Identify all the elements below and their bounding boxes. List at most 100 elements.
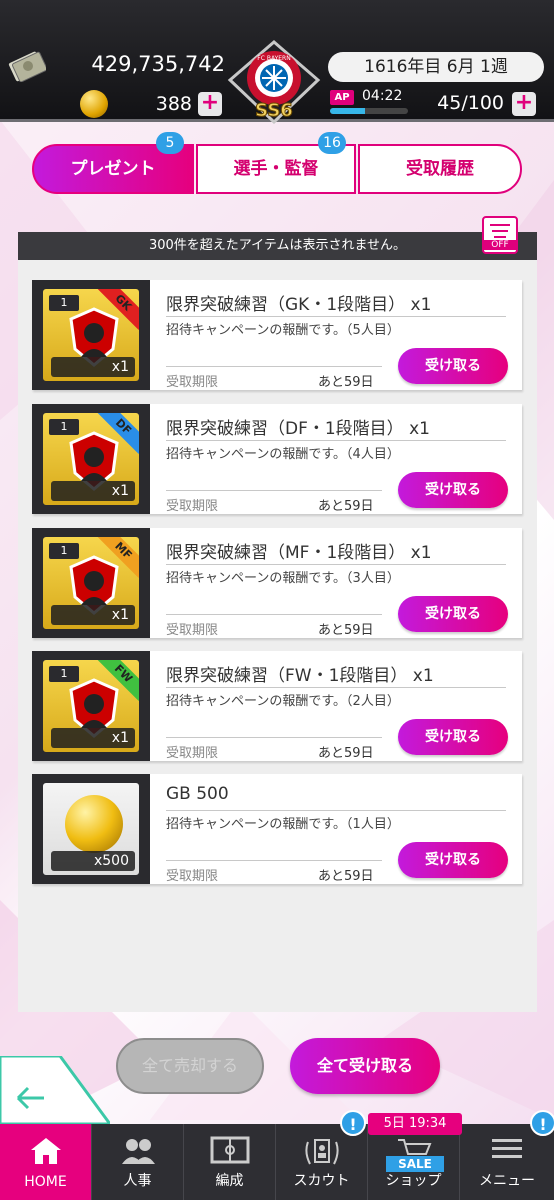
receive-button[interactable]: 受け取る — [398, 596, 508, 632]
receive-button[interactable]: 受け取る — [398, 842, 508, 878]
item-quantity: x1 — [51, 357, 135, 377]
nav-label: HOME — [24, 1174, 67, 1190]
club-logo: FC BAYERN SS6 — [227, 40, 321, 124]
scout-alert-badge: ! — [340, 1110, 366, 1136]
back-button[interactable] — [0, 1056, 110, 1124]
receive-button[interactable]: 受け取る — [398, 719, 508, 755]
money-icon — [8, 51, 46, 82]
tab-label: 選手・監督 — [233, 159, 319, 179]
filter-icon-line — [494, 236, 506, 238]
item-thumbnail: 1 MF x1 — [32, 528, 150, 638]
divider — [166, 614, 382, 615]
notice-bar: 300件を超えたアイテムは表示されません。 — [18, 232, 537, 260]
item-title: GB 500 — [166, 784, 229, 804]
item-description: 招待キャンペーンの報酬です。（3人目） — [166, 571, 400, 586]
home-icon — [30, 1138, 61, 1164]
filter-icon-line — [492, 230, 508, 232]
nav-label: 編成 — [215, 1173, 244, 1189]
ap-progress-fill — [330, 108, 366, 114]
deadline-label: 受取期限 — [166, 869, 219, 884]
sell-all-button[interactable]: 全て売却する — [116, 1038, 264, 1094]
receive-button[interactable]: 受け取る — [398, 348, 508, 384]
deadline-label: 受取期限 — [166, 746, 219, 761]
item-title: 限界突破練習（MF・1段階目） x1 — [166, 543, 432, 563]
item-title: 限界突破練習（DF・1段階目） x1 — [166, 419, 430, 439]
gb-ball-icon — [80, 90, 108, 118]
divider — [166, 860, 382, 861]
divider — [166, 366, 382, 367]
tab-players-managers[interactable]: 選手・監督 16 — [196, 132, 356, 194]
nav-home[interactable]: HOME — [0, 1124, 92, 1200]
nav-lineup[interactable]: 編成 — [184, 1124, 276, 1200]
deadline-value: あと59日 — [318, 746, 374, 761]
item-card: 1 FW x1 — [40, 657, 142, 755]
tab-label: 受取履歴 — [406, 159, 474, 179]
add-gb-button[interactable]: + — [198, 92, 222, 116]
nav-label: スカウト — [293, 1173, 350, 1189]
tab-label: プレゼント — [70, 159, 156, 179]
nav-label: ショップ — [385, 1173, 442, 1189]
receive-button[interactable]: 受け取る — [398, 472, 508, 508]
deadline-value: あと59日 — [318, 623, 374, 638]
tab-receive-history[interactable]: 受取履歴 — [358, 144, 522, 194]
club-logo-text: FC BAYERN — [257, 55, 290, 62]
tab-count-badge: 16 — [318, 132, 346, 154]
item-title: 限界突破練習（FW・1段階目） x1 — [166, 666, 434, 686]
deadline-label: 受取期限 — [166, 375, 219, 390]
divider — [166, 737, 382, 738]
item-card: x500 — [40, 780, 142, 878]
item-description: 招待キャンペーンの報酬です。（4人目） — [166, 447, 400, 462]
deadline-label: 受取期限 — [166, 499, 219, 514]
divider — [166, 810, 506, 811]
item-quantity: x500 — [51, 851, 135, 871]
tab-count-badge: 5 — [156, 132, 184, 154]
game-date: 1616年目 6月 1週 — [328, 52, 544, 82]
item-card: 1 DF x1 — [40, 410, 142, 508]
divider — [166, 440, 506, 441]
divider — [166, 564, 506, 565]
deadline-value: あと59日 — [318, 375, 374, 390]
item-quantity: x1 — [51, 728, 135, 748]
gb-value: 388 — [155, 93, 192, 115]
item-thumbnail: 1 FW x1 — [32, 651, 150, 761]
deadline-label: 受取期限 — [166, 623, 219, 638]
filter-state: OFF — [484, 240, 516, 250]
present-item: 1 MF x1 限界突破練習（MF・1段階目） x1 招待キャンペーンの報酬です。（3人… — [32, 528, 522, 638]
receive-all-button[interactable]: 全て受け取る — [290, 1038, 440, 1094]
filter-icon — [490, 224, 510, 226]
item-thumbnail: 1 DF x1 — [32, 404, 150, 514]
people-icon — [121, 1139, 155, 1164]
item-description: 招待キャンペーンの報酬です。（1人目） — [166, 817, 400, 832]
item-quantity: x1 — [51, 605, 135, 625]
nav-label: 人事 — [123, 1173, 152, 1189]
sale-badge: SALE — [386, 1156, 444, 1172]
tab-present[interactable]: プレゼント 5 — [32, 132, 194, 194]
present-item: x500 GB 500 招待キャンペーンの報酬です。（1人目） 受取期限 あと59日 受け… — [32, 774, 522, 884]
item-thumbnail: 1 GK x1 — [32, 280, 150, 390]
ap-label: AP — [330, 90, 354, 105]
money-value: 429,735,742 — [91, 52, 225, 76]
menu-icon — [492, 1139, 522, 1158]
ap-timer: 04:22 — [362, 88, 403, 104]
shop-sale-timer: 5日 19:34 — [368, 1113, 462, 1135]
item-description: 招待キャンペーンの報酬です。（2人目） — [166, 694, 400, 709]
divider — [166, 687, 506, 688]
nav-label: メニュー — [479, 1173, 535, 1189]
bottom-nav: HOME 人事 編成 スカウト ショップ メニュー — [0, 1124, 554, 1200]
gold-ball-icon — [65, 795, 123, 853]
add-ap-button[interactable]: + — [512, 92, 536, 116]
scout-clipboard-icon — [304, 1139, 339, 1165]
filter-button[interactable]: OFF — [482, 216, 518, 254]
divider — [166, 490, 382, 491]
status-header: 429,735,742 388 + FC BAYERN SS6 1616年目 6… — [0, 0, 554, 124]
item-card: 1 GK x1 — [40, 286, 142, 384]
item-description: 招待キャンペーンの報酬です。（5人目） — [166, 323, 400, 338]
nav-personnel[interactable]: 人事 — [92, 1124, 184, 1200]
divider — [166, 316, 506, 317]
ap-value: 45/100 — [437, 92, 504, 114]
item-thumbnail: x500 — [32, 774, 150, 884]
item-quantity: x1 — [51, 481, 135, 501]
deadline-value: あと59日 — [318, 869, 374, 884]
present-item: 1 GK x1 限界突破練習（GK・1段階目） x1 招待キャンペーンの報酬です。（5人… — [32, 280, 522, 390]
present-item: 1 DF x1 限界突破練習（DF・1段階目） x1 招待キャンペーンの報酬です。（4人… — [32, 404, 522, 514]
